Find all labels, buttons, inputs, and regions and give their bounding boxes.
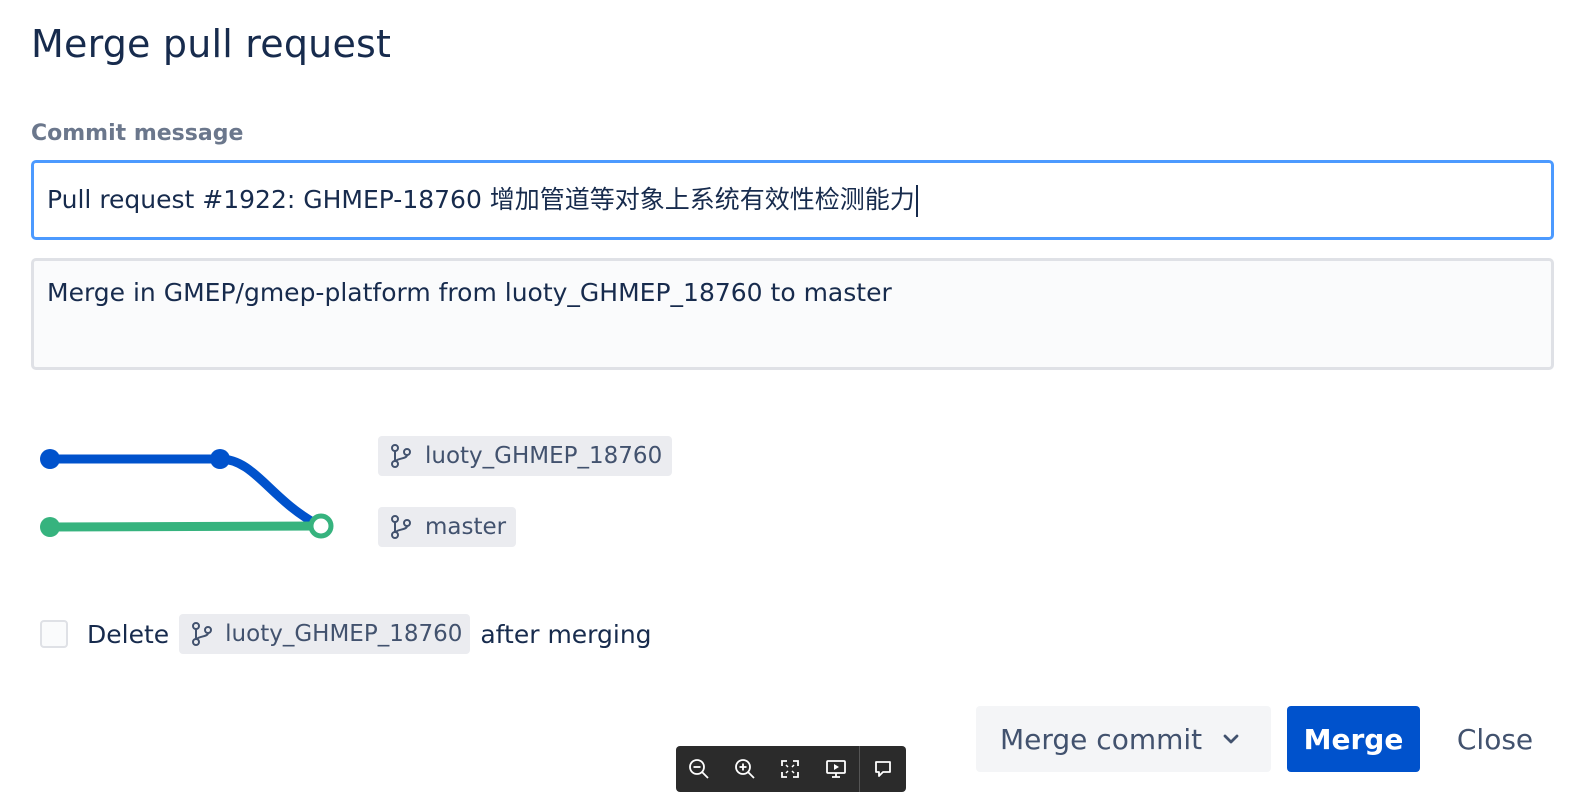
merge-strategy-dropdown[interactable]: Merge commit	[976, 706, 1271, 772]
dialog-title: Merge pull request	[31, 22, 392, 66]
chevron-down-icon	[1222, 732, 1240, 746]
delete-branch-lozenge: luoty_GHMEP_18760	[179, 614, 471, 654]
present-icon[interactable]	[813, 746, 859, 792]
merge-commit-node	[308, 513, 334, 539]
close-button[interactable]: Close	[1440, 706, 1550, 772]
commit-message-label: Commit message	[31, 121, 244, 146]
image-viewer-toolbar	[676, 746, 906, 792]
target-branch-line	[45, 521, 325, 532]
target-branch-name: master	[425, 514, 507, 540]
delete-branch-option: Delete luoty_GHMEP_18760 after merging	[40, 614, 652, 654]
delete-prefix-text: Delete	[87, 619, 170, 649]
target-branch-lozenge: master	[378, 507, 517, 547]
source-branch-lozenge: luoty_GHMEP_18760	[378, 436, 673, 476]
merge-button[interactable]: Merge	[1287, 706, 1420, 772]
comment-icon[interactable]	[860, 746, 906, 792]
delete-branch-name: luoty_GHMEP_18760	[225, 621, 463, 647]
branch-icon	[191, 622, 213, 646]
commit-body-text: Merge in GMEP/gmep-platform from luoty_G…	[47, 278, 892, 307]
source-branch-commit-node	[210, 449, 230, 469]
source-branch-name: luoty_GHMEP_18760	[425, 443, 663, 469]
zoom-in-icon[interactable]	[722, 746, 768, 792]
branch-icon	[390, 515, 412, 539]
merge-strategy-label: Merge commit	[1000, 722, 1203, 756]
source-branch-line	[45, 454, 325, 531]
zoom-out-icon[interactable]	[676, 746, 722, 792]
branch-merge-graph	[40, 449, 334, 539]
delete-branch-checkbox[interactable]	[40, 620, 68, 648]
branch-icon	[390, 444, 412, 468]
commit-body-textarea[interactable]: Merge in GMEP/gmep-platform from luoty_G…	[31, 258, 1554, 370]
fullscreen-icon[interactable]	[768, 746, 814, 792]
delete-suffix-text: after merging	[480, 619, 652, 649]
target-branch-start-node	[40, 517, 60, 537]
commit-subject-input[interactable]: Pull request #1922: GHMEP-18760 增加管道等对象上…	[31, 160, 1554, 240]
source-branch-start-node	[40, 449, 60, 469]
text-caret	[915, 185, 918, 217]
commit-subject-text: Pull request #1922: GHMEP-18760 增加管道等对象上…	[47, 185, 915, 214]
